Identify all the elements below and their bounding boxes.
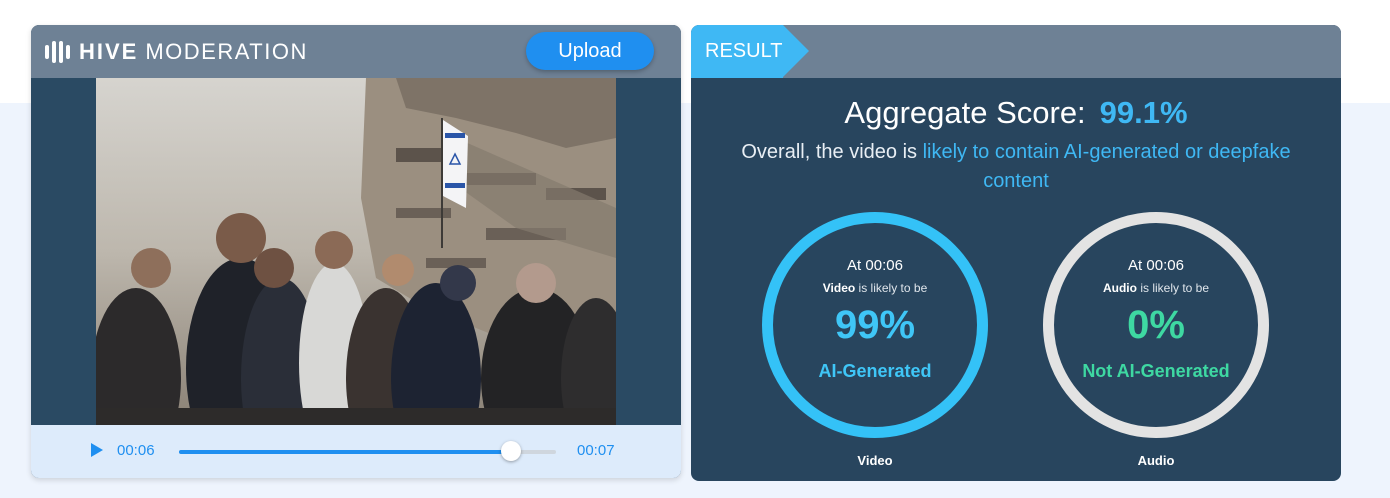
result-header: RESULT bbox=[691, 25, 1341, 78]
audio-caption: Audio bbox=[1137, 453, 1175, 468]
upload-button[interactable]: Upload bbox=[526, 32, 654, 70]
audio-at-time: At 00:06 bbox=[1128, 257, 1184, 274]
video-likely-suffix: is likely to be bbox=[855, 281, 928, 295]
seek-bar-progress bbox=[179, 450, 511, 454]
overall-prefix: Overall, the video is bbox=[741, 141, 923, 163]
player-controls: 00:06 00:07 bbox=[31, 425, 681, 478]
video-at-time: At 00:06 bbox=[847, 257, 903, 274]
seek-bar[interactable] bbox=[179, 450, 556, 454]
audio-likely-text: Audio is likely to be bbox=[1054, 281, 1258, 295]
audio-score-gauge: At 00:06 Audio is likely to be 0% Not AI… bbox=[1043, 212, 1269, 438]
aggregate-label: Aggregate Score: bbox=[844, 95, 1086, 130]
result-panel: RESULT Aggregate Score: 99.1% Overall, th… bbox=[691, 25, 1341, 481]
video-score-gauge: At 00:06 Video is likely to be 99% AI-Ge… bbox=[762, 212, 988, 438]
audio-percent: 0% bbox=[1127, 303, 1185, 347]
audio-verdict: Not AI-Generated bbox=[1082, 361, 1230, 381]
play-icon[interactable] bbox=[91, 443, 103, 457]
duration: 00:07 bbox=[577, 442, 615, 459]
video-verdict: AI-Generated bbox=[818, 361, 932, 381]
video-frame[interactable] bbox=[96, 78, 616, 425]
aggregate-value: 99.1% bbox=[1099, 95, 1188, 130]
hive-logo: HIVE MODERATION bbox=[45, 39, 308, 65]
video-media-label: Video bbox=[822, 281, 856, 295]
aggregate-score: Aggregate Score: 99.1% bbox=[691, 95, 1341, 131]
logo-product: MODERATION bbox=[145, 39, 308, 64]
video-player-panel: HIVE MODERATION Upload 00:06 00:07 bbox=[31, 25, 681, 478]
video-still-image bbox=[96, 78, 616, 425]
result-tab-arrow bbox=[783, 25, 809, 77]
logo-brand: HIVE bbox=[79, 39, 139, 64]
player-header: HIVE MODERATION Upload bbox=[31, 25, 681, 78]
overall-summary: Overall, the video is likely to contain … bbox=[711, 138, 1321, 196]
audio-media-label: Audio bbox=[1102, 281, 1137, 295]
current-time: 00:06 bbox=[117, 442, 155, 459]
audio-likely-suffix: is likely to be bbox=[1136, 281, 1210, 295]
seek-bar-thumb[interactable] bbox=[500, 441, 521, 461]
overall-verdict: likely to contain AI-generated or deepfa… bbox=[922, 141, 1291, 192]
video-viewport[interactable] bbox=[31, 78, 681, 425]
video-likely-text: Video is likely to be bbox=[773, 281, 977, 295]
video-caption: Video bbox=[857, 453, 893, 468]
video-percent: 99% bbox=[834, 303, 916, 347]
result-tab[interactable]: RESULT bbox=[691, 25, 783, 78]
hive-bars-icon bbox=[45, 41, 70, 63]
